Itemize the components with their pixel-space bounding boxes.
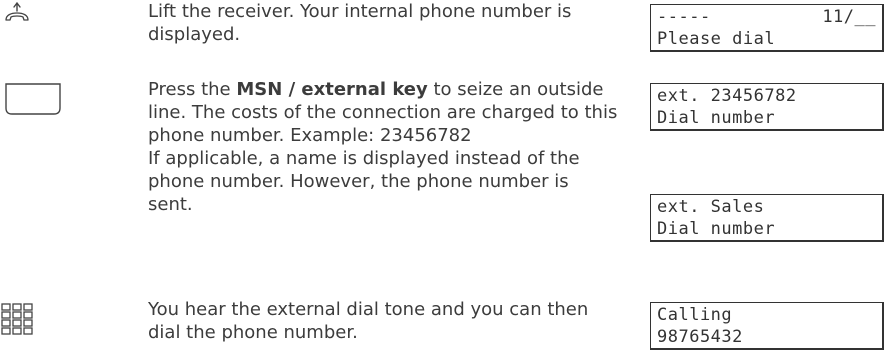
step-text: Press the MSN / external key to seize an… bbox=[148, 78, 618, 147]
keypad-icon bbox=[0, 302, 34, 340]
display-screen: ----- 11/__ Please dial bbox=[650, 4, 884, 52]
step-lift-receiver-text: Lift the receiver. Your internal phone n… bbox=[148, 0, 618, 46]
handset-lift-icon bbox=[4, 2, 30, 28]
step-msn-key-text: Press the MSN / external key to seize an… bbox=[148, 78, 618, 216]
step-text-pre: Press the bbox=[148, 79, 237, 100]
display-line-1: Calling bbox=[657, 305, 733, 325]
display-line-1: ext. 23456782 bbox=[657, 86, 797, 106]
msn-external-key-label: MSN / external key bbox=[236, 79, 428, 100]
step-text-extra: If applicable, a name is displayed inste… bbox=[148, 148, 580, 215]
step-text: You hear the external dial tone and you … bbox=[148, 299, 589, 343]
key-icon bbox=[4, 81, 62, 121]
display-line-1-left: ----- bbox=[657, 7, 711, 27]
display-line-2: Dial number bbox=[657, 108, 776, 128]
display-screen: Calling 98765432 bbox=[650, 302, 884, 350]
display-screen: ext. 23456782 Dial number bbox=[650, 83, 884, 131]
display-line-2: 98765432 bbox=[657, 327, 743, 347]
display-line-1: ext. Sales bbox=[657, 197, 765, 217]
step-text: Lift the receiver. Your internal phone n… bbox=[148, 1, 572, 45]
step-dial-number-text: You hear the external dial tone and you … bbox=[148, 298, 618, 344]
display-line-2: Please dial bbox=[657, 29, 776, 49]
display-line-2: Dial number bbox=[657, 219, 776, 239]
display-screen-alt: ext. Sales Dial number bbox=[650, 194, 884, 242]
display-line-1-right: 11/__ bbox=[822, 7, 876, 27]
